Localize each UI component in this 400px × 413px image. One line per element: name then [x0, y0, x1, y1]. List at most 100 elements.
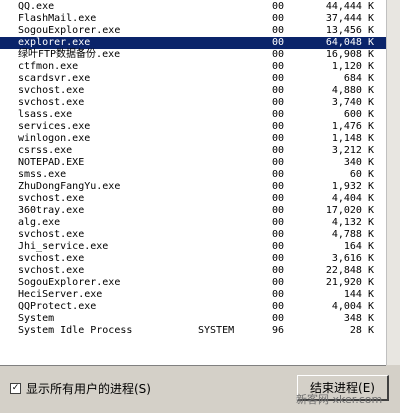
process-name: SogouExplorer.exe [18, 25, 121, 36]
process-row[interactable]: scardsvr.exe 00 684 K [0, 73, 386, 85]
process-row[interactable]: Jhi_service.exe 00 164 K [0, 241, 386, 253]
process-memory: 60 K [349, 169, 374, 180]
process-row[interactable]: winlogon.exe 00 1,148 K [0, 133, 386, 145]
process-row[interactable]: 绿叶FTP数据备份.exe 00 16,908 K [0, 49, 386, 61]
process-cpu: 00 [272, 181, 285, 192]
process-name: QQProtect.exe [18, 301, 97, 312]
process-row[interactable]: smss.exe 00 60 K [0, 169, 386, 181]
process-cpu: 00 [272, 217, 285, 228]
process-name: 绿叶FTP数据备份.exe [18, 49, 121, 60]
process-cpu: 00 [272, 121, 285, 132]
process-row[interactable]: services.exe 00 1,476 K [0, 121, 386, 133]
process-name: svchost.exe [18, 265, 85, 276]
process-cpu: 00 [272, 193, 285, 204]
watermark: 新客网 xker.com [296, 393, 383, 406]
process-name: SogouExplorer.exe [18, 277, 121, 288]
process-memory: 4,788 K [331, 229, 374, 240]
process-row[interactable]: 360tray.exe 00 17,020 K [0, 205, 386, 217]
process-cpu: 00 [272, 37, 285, 48]
process-row[interactable]: SogouExplorer.exe 00 21,920 K [0, 277, 386, 289]
process-cpu: 96 [272, 325, 285, 336]
process-name: svchost.exe [18, 253, 85, 264]
process-row[interactable]: ZhuDongFangYu.exe 00 1,932 K [0, 181, 386, 193]
process-memory: 600 K [343, 109, 374, 120]
process-name: ctfmon.exe [18, 61, 79, 72]
process-name: System Idle Process [18, 325, 133, 336]
process-name: csrss.exe [18, 145, 73, 156]
process-row[interactable]: System Idle Process SYSTEM 96 28 K [0, 325, 386, 337]
process-memory: 16,908 K [325, 49, 374, 60]
process-cpu: 00 [272, 157, 285, 168]
process-name: svchost.exe [18, 85, 85, 96]
process-memory: 4,004 K [331, 301, 374, 312]
process-cpu: 00 [272, 205, 285, 216]
process-memory: 1,932 K [331, 181, 374, 192]
process-cpu: 00 [272, 289, 285, 300]
process-cpu: 00 [272, 241, 285, 252]
show-all-users-checkbox[interactable]: ✓ [10, 382, 21, 394]
process-row[interactable]: QQProtect.exe 00 4,004 K [0, 301, 386, 313]
process-name: smss.exe [18, 169, 67, 180]
process-row[interactable]: QQ.exe 00 44,444 K [0, 1, 386, 13]
process-memory: 22,848 K [325, 265, 374, 276]
process-cpu: 00 [272, 109, 285, 120]
process-memory: 28 K [349, 325, 374, 336]
process-row[interactable]: SogouExplorer.exe 00 13,456 K [0, 25, 386, 37]
process-name: scardsvr.exe [18, 73, 91, 84]
process-row[interactable]: ctfmon.exe 00 1,120 K [0, 61, 386, 73]
process-user: SYSTEM [198, 325, 235, 336]
process-memory: 21,920 K [325, 277, 374, 288]
process-cpu: 00 [272, 61, 285, 72]
process-row[interactable]: svchost.exe 00 4,788 K [0, 229, 386, 241]
show-all-users-label: 显示所有用户的进程(S) [26, 381, 151, 396]
process-name: lsass.exe [18, 109, 73, 120]
process-row[interactable]: svchost.exe 00 4,880 K [0, 85, 386, 97]
process-row[interactable]: svchost.exe 00 3,616 K [0, 253, 386, 265]
process-row[interactable]: NOTEPAD.EXE 00 340 K [0, 157, 386, 169]
process-name: svchost.exe [18, 97, 85, 108]
process-row[interactable]: HeciServer.exe 00 144 K [0, 289, 386, 301]
process-memory: 4,880 K [331, 85, 374, 96]
process-memory: 4,132 K [331, 217, 374, 228]
process-cpu: 00 [272, 301, 285, 312]
process-row[interactable]: lsass.exe 00 600 K [0, 109, 386, 121]
process-name: alg.exe [18, 217, 61, 228]
process-name: Jhi_service.exe [18, 241, 109, 252]
process-row[interactable]: csrss.exe 00 3,212 K [0, 145, 386, 157]
process-row[interactable]: svchost.exe 00 4,404 K [0, 193, 386, 205]
process-cpu: 00 [272, 265, 285, 276]
show-all-users-option[interactable]: ✓ 显示所有用户的进程(S) [10, 381, 151, 396]
process-name: services.exe [18, 121, 91, 132]
process-row[interactable]: svchost.exe 00 22,848 K [0, 265, 386, 277]
process-list[interactable]: QQ.exe 00 44,444 K FlashMail.exe 00 37,444 KS… [0, 0, 386, 366]
process-cpu: 00 [272, 253, 285, 264]
process-memory: 17,020 K [325, 205, 374, 216]
process-cpu: 00 [272, 85, 285, 96]
process-row[interactable]: FlashMail.exe 00 37,444 K [0, 13, 386, 25]
process-name: 360tray.exe [18, 205, 85, 216]
process-name: winlogon.exe [18, 133, 91, 144]
process-cpu: 00 [272, 145, 285, 156]
process-cpu: 00 [272, 277, 285, 288]
process-cpu: 00 [272, 313, 285, 324]
process-cpu: 00 [272, 13, 285, 24]
process-row[interactable]: System 00 348 K [0, 313, 386, 325]
process-memory: 3,740 K [331, 97, 374, 108]
process-row[interactable]: svchost.exe 00 3,740 K [0, 97, 386, 109]
process-name: FlashMail.exe [18, 13, 97, 24]
vertical-scrollbar[interactable] [386, 0, 400, 365]
process-memory: 144 K [343, 289, 374, 300]
process-name: NOTEPAD.EXE [18, 157, 85, 168]
process-row[interactable]: alg.exe 00 4,132 K [0, 217, 386, 229]
process-memory: 13,456 K [325, 25, 374, 36]
process-cpu: 00 [272, 25, 285, 36]
process-cpu: 00 [272, 73, 285, 84]
process-cpu: 00 [272, 49, 285, 60]
process-row[interactable]: explorer.exe 00 64,048 K [0, 37, 386, 49]
process-name: explorer.exe [18, 37, 91, 48]
process-memory: 3,212 K [331, 145, 374, 156]
process-memory: 4,404 K [331, 193, 374, 204]
process-memory: 340 K [343, 157, 374, 168]
process-memory: 3,616 K [331, 253, 374, 264]
process-memory: 348 K [343, 313, 374, 324]
